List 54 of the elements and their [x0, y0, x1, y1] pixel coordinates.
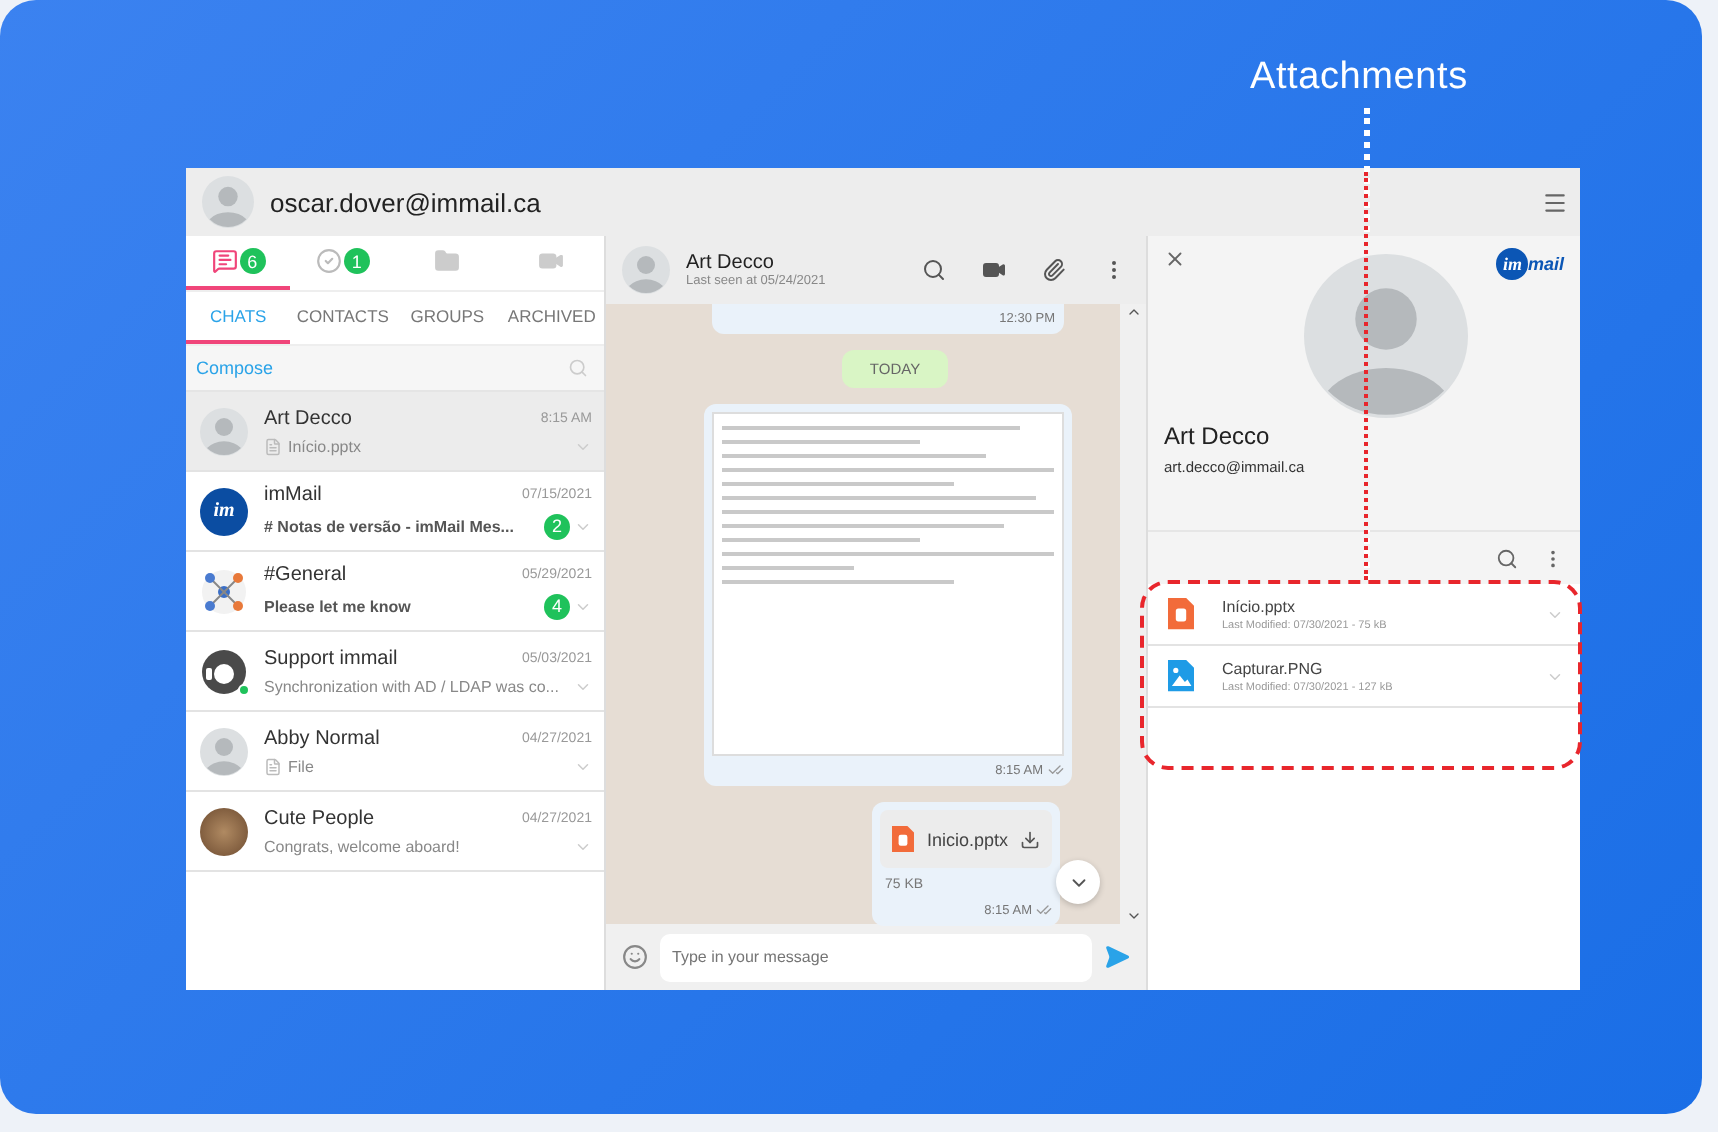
unread-badge: 2	[544, 513, 570, 539]
count-badge: 1	[343, 248, 370, 274]
message-input[interactable]: Type in your message	[660, 933, 1092, 981]
avatar	[622, 246, 670, 294]
count-badge: 6	[239, 248, 266, 274]
headset-avatar	[200, 647, 248, 695]
chat-name: Art Decco	[264, 407, 352, 429]
double-check-icon	[1036, 902, 1052, 919]
avatar	[200, 727, 248, 775]
video-camera-icon	[538, 248, 565, 274]
chat-icon	[211, 248, 238, 274]
profile-name: Art Decco	[1164, 422, 1272, 450]
attach-button[interactable]	[1042, 258, 1066, 282]
chat-preview: Início.pptx	[288, 437, 361, 455]
chat-name: Support immail	[264, 647, 398, 669]
chevron-up-icon[interactable]	[1125, 304, 1141, 320]
chat-name: Abby Normal	[264, 727, 380, 749]
chat-name: imMail	[264, 483, 322, 505]
avatar	[200, 407, 248, 455]
chat-preview: # Notas de versão - imMail Mes...	[264, 517, 514, 535]
file-name: Inicio.pptx	[926, 829, 1008, 850]
user-avatar	[202, 176, 254, 228]
attachment-name: Capturar.PNG	[1222, 659, 1325, 677]
annotation-label: Attachments	[1250, 56, 1468, 100]
logo: im mail	[1496, 248, 1564, 280]
chat-name: #General	[264, 563, 347, 585]
folder-icon	[434, 248, 461, 274]
video-call-button[interactable]	[982, 258, 1006, 282]
check-circle-icon	[315, 248, 342, 274]
menu-button[interactable]	[1542, 189, 1568, 215]
chat-preview: Please let me know	[264, 597, 411, 615]
download-icon[interactable]	[1020, 829, 1040, 850]
presentation-file-icon	[1168, 598, 1194, 630]
chevron-down-icon[interactable]	[1125, 908, 1141, 924]
chat-name: Cute People	[264, 807, 375, 829]
search-icon[interactable]	[1496, 547, 1518, 569]
photo-placeholder	[200, 807, 248, 855]
chat-preview: Synchronization with AD / LDAP was co...	[264, 677, 559, 695]
presentation-file-icon	[892, 826, 915, 853]
group-avatar	[200, 567, 248, 615]
chat-preview: Congrats, welcome aboard!	[264, 837, 460, 855]
contact-name: Art Decco	[686, 252, 776, 274]
account-email: oscar.dover@immail.ca	[270, 187, 541, 217]
close-icon[interactable]	[1164, 248, 1186, 270]
logo-avatar: im	[200, 487, 248, 535]
search-button[interactable]	[922, 258, 946, 282]
double-check-icon	[1047, 762, 1063, 778]
image-file-icon	[1168, 660, 1194, 692]
attachment-name: Início.pptx	[1222, 597, 1297, 615]
unread-badge: 4	[544, 593, 570, 619]
send-icon[interactable]	[1104, 944, 1130, 970]
emoji-icon[interactable]	[622, 944, 648, 970]
chat-preview: File	[288, 757, 314, 775]
file-attachment[interactable]: Inicio.pptx	[880, 810, 1052, 869]
